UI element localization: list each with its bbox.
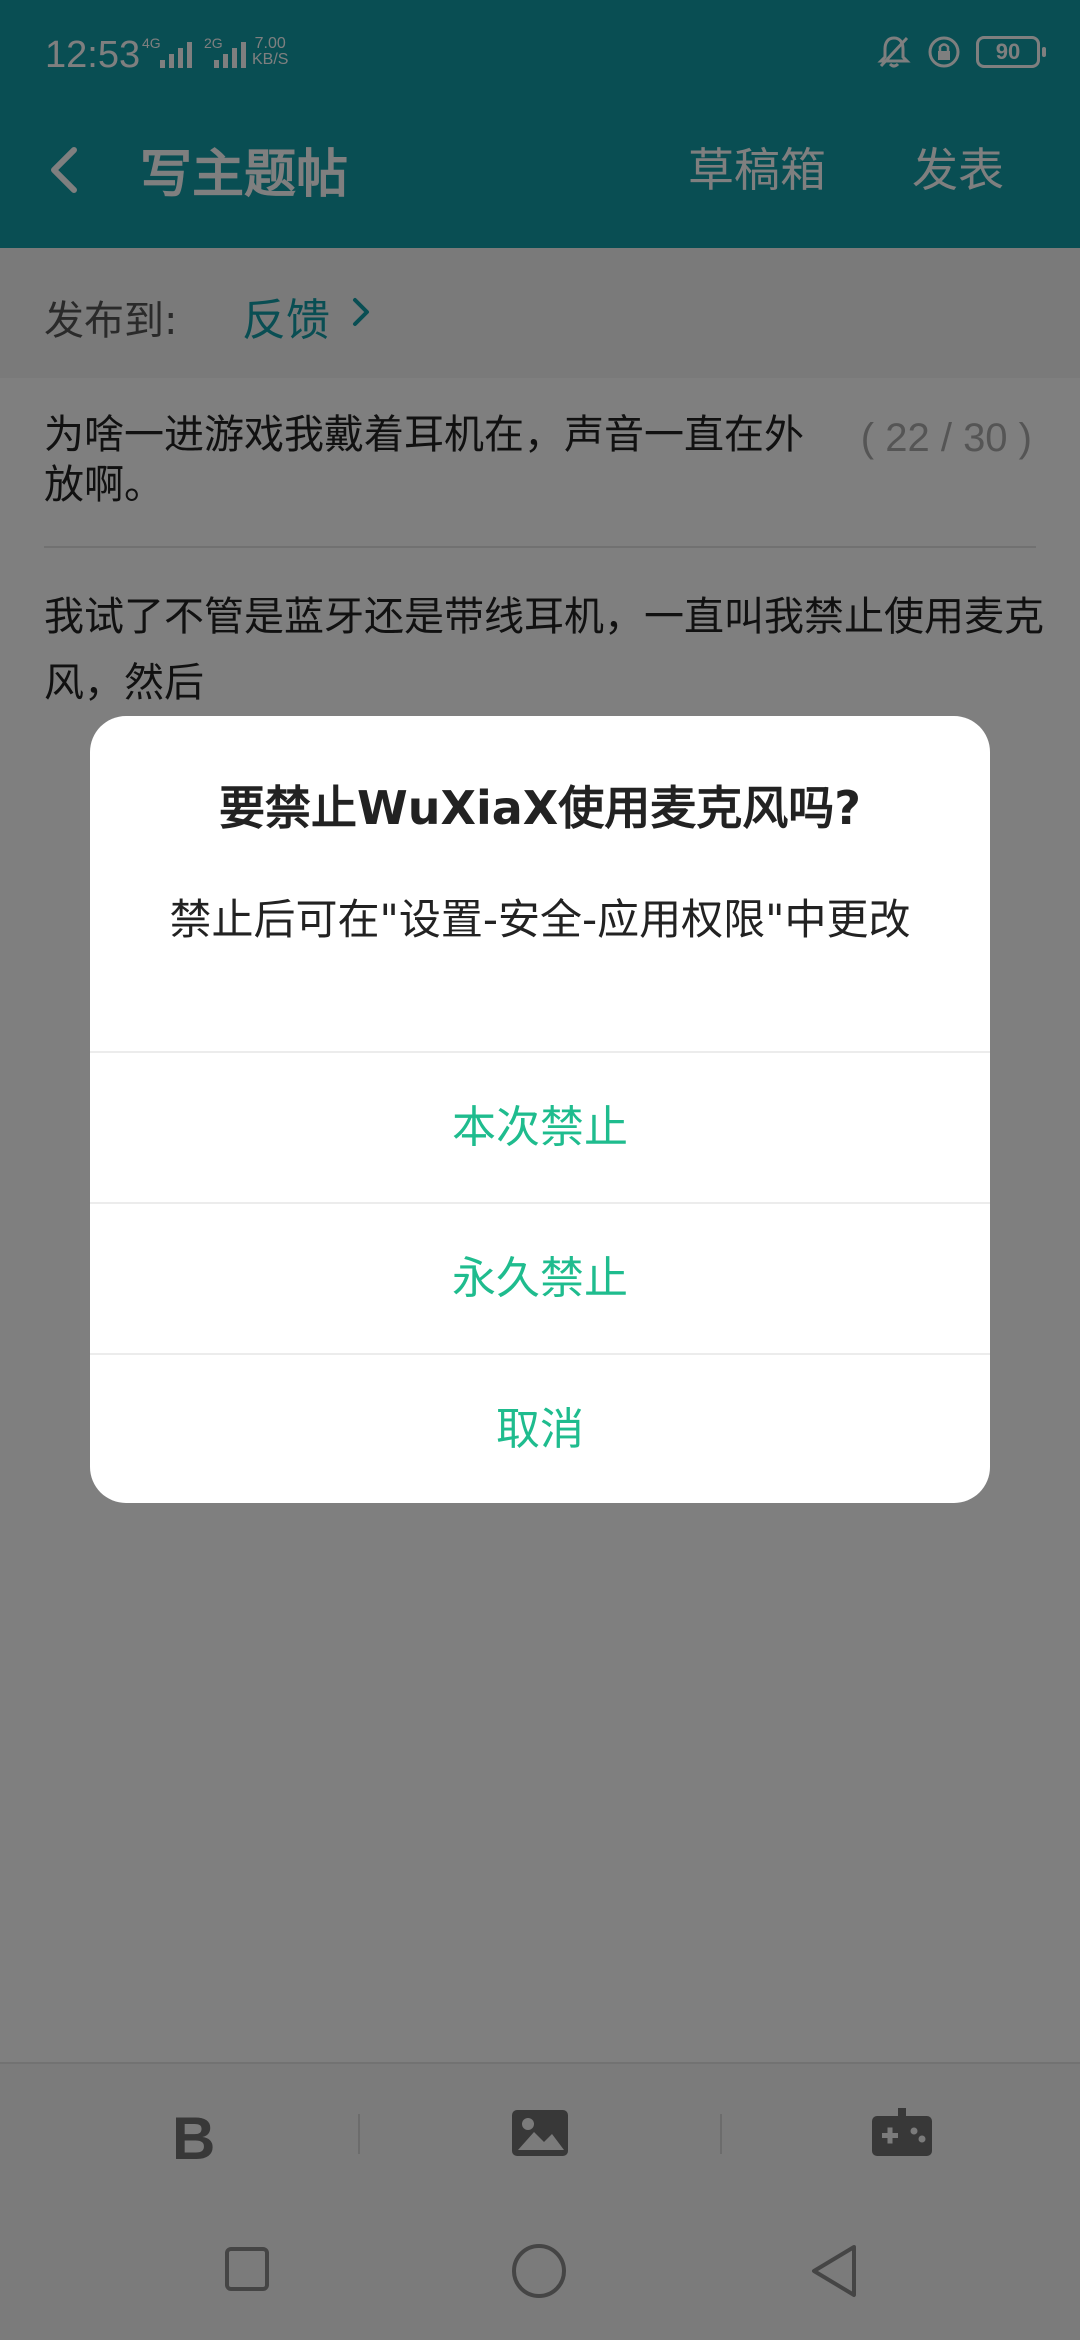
deny-once-button[interactable]: 本次禁止	[90, 1051, 990, 1203]
deny-always-button[interactable]: 永久禁止	[90, 1202, 990, 1354]
cancel-button[interactable]: 取消	[90, 1353, 990, 1503]
dialog-message: 禁止后可在"设置-安全-应用权限"中更改	[169, 895, 911, 944]
dialog-title: 要禁止WuXiaX使用麦克风吗?	[219, 781, 861, 835]
permission-dialog: 要禁止WuXiaX使用麦克风吗? 禁止后可在"设置-安全-应用权限"中更改 本次…	[90, 716, 990, 1503]
